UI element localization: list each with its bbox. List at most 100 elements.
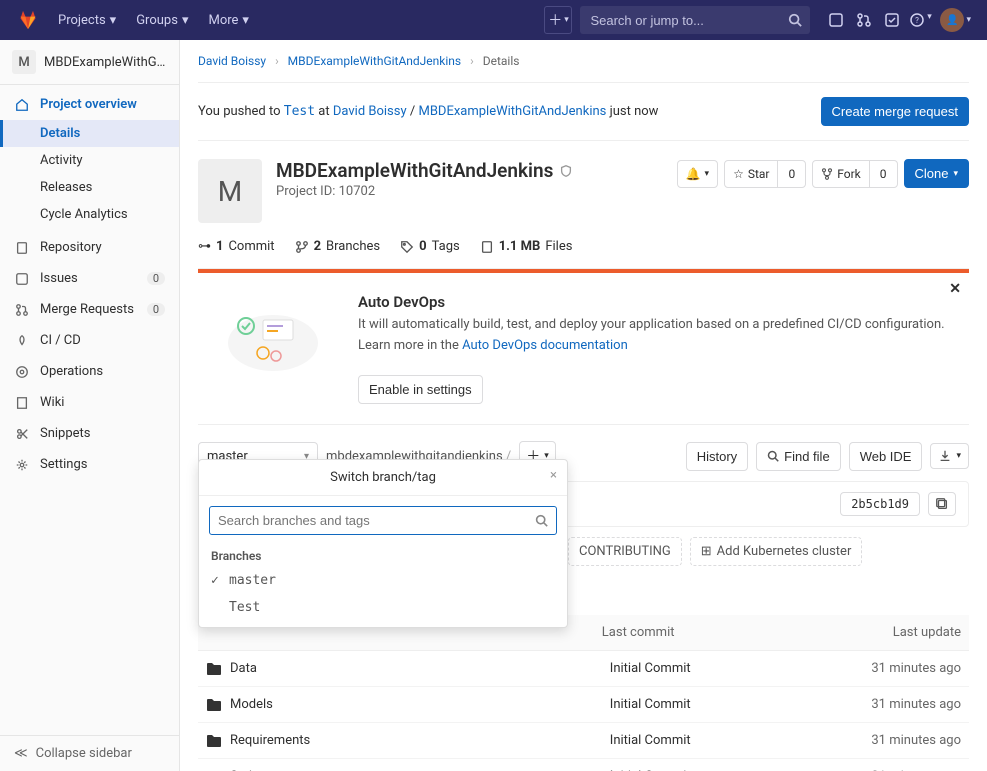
sidebar-sub-activity[interactable]: Activity — [0, 147, 179, 174]
sidebar-item-repository[interactable]: Repository — [0, 232, 179, 263]
issues-icon[interactable] — [822, 12, 850, 28]
history-button[interactable]: History — [686, 442, 748, 471]
find-file-button[interactable]: Find file — [756, 442, 841, 471]
table-row[interactable]: ModelsInitial Commit31 minutes ago — [198, 687, 969, 723]
chevron-left-icon: ≪ — [14, 746, 28, 761]
th-last-commit: Last commit — [602, 615, 778, 651]
create-merge-request-button[interactable]: Create merge request — [821, 97, 969, 126]
web-ide-button[interactable]: Web IDE — [849, 442, 923, 471]
file-commit: Initial Commit — [602, 687, 778, 723]
issues-icon — [14, 272, 30, 286]
stat-tags[interactable]: 0 Tags — [400, 239, 460, 254]
collapse-sidebar[interactable]: ≪ Collapse sidebar — [0, 735, 179, 771]
push-branch-link[interactable]: Test — [284, 104, 315, 119]
enable-settings-button[interactable]: Enable in settings — [358, 375, 483, 404]
chevron-down-icon: ▾ — [705, 169, 710, 179]
branch-search-input[interactable] — [218, 513, 535, 528]
nav-projects[interactable]: Projects▾ — [48, 13, 126, 28]
user-avatar[interactable]: 👤 — [940, 8, 964, 32]
stat-commits[interactable]: ⊶1 Commit — [198, 239, 275, 254]
project-avatar-small: M — [12, 50, 36, 74]
push-project-link[interactable]: MBDExampleWithGitAndJenkins — [418, 104, 606, 119]
chevron-down-icon: ▾ — [242, 13, 249, 28]
autodevops-banner: Auto DevOps It will automatically build,… — [198, 273, 969, 425]
nav-groups[interactable]: Groups▾ — [126, 13, 198, 28]
banner-doc-link[interactable]: Auto DevOps documentation — [462, 338, 628, 353]
chevron-down-icon: ▾ — [182, 13, 189, 28]
sidebar-item-snippets[interactable]: Snippets — [0, 418, 179, 449]
table-row[interactable]: RequirementsInitial Commit31 minutes ago — [198, 723, 969, 759]
global-search[interactable] — [580, 6, 810, 34]
file-commit: Initial Commit — [602, 651, 778, 687]
add-kubernetes-button[interactable]: ⊞Add Kubernetes cluster — [690, 537, 863, 566]
sidebar-project-header[interactable]: M MBDExampleWithGit... — [0, 40, 179, 85]
sidebar-sub-details[interactable]: Details — [0, 120, 179, 147]
breadcrumb-project[interactable]: MBDExampleWithGitAndJenkins — [288, 54, 461, 68]
chevron-down-icon: ▾ — [966, 15, 971, 25]
stat-branches[interactable]: 2 Branches — [295, 239, 381, 254]
download-dropdown[interactable]: ▾ — [930, 443, 969, 469]
sidebar-item-issues[interactable]: Issues 0 — [0, 263, 179, 294]
stat-files[interactable]: 1.1 MB Files — [480, 239, 573, 254]
branch-panel-label: Branches — [199, 545, 567, 567]
fork-icon — [821, 168, 833, 180]
sidebar: M MBDExampleWithGit... Project overview … — [0, 40, 180, 771]
branch-panel-title: Switch branch/tag × — [199, 460, 567, 496]
banner-body-text: It will automatically build, test, and d… — [358, 317, 945, 332]
table-row[interactable]: ScriptsInitial Commit31 minutes ago — [198, 759, 969, 771]
copy-sha-button[interactable] — [928, 492, 956, 516]
gitlab-logo[interactable] — [16, 8, 40, 32]
new-dropdown[interactable]: ＋▾ — [544, 6, 572, 34]
breadcrumb-page: Details — [483, 54, 520, 68]
shield-icon — [559, 164, 573, 178]
push-user-link[interactable]: David Boissy — [333, 104, 407, 119]
sidebar-project-name: MBDExampleWithGit... — [44, 55, 167, 70]
fork-button[interactable]: Fork 0 — [812, 160, 897, 188]
sidebar-item-cicd[interactable]: CI / CD — [0, 325, 179, 356]
sidebar-sub-releases[interactable]: Releases — [0, 174, 179, 201]
book-icon — [14, 396, 30, 410]
sidebar-item-merge[interactable]: Merge Requests 0 — [0, 294, 179, 325]
merge-count-badge: 0 — [147, 303, 165, 316]
sidebar-item-operations[interactable]: Operations — [0, 356, 179, 387]
chevron-down-icon: ▾ — [110, 13, 117, 28]
help-icon[interactable]: ?▾ — [906, 12, 934, 28]
notification-dropdown[interactable]: 🔔▾ — [677, 160, 718, 188]
branch-panel-close[interactable]: × — [550, 468, 557, 483]
banner-illustration — [208, 293, 338, 383]
file-table: Name Last commit Last update DataInitial… — [198, 615, 969, 771]
folder-icon — [206, 698, 222, 712]
folder-icon — [206, 662, 222, 676]
banner-close-button[interactable]: ✕ — [949, 281, 961, 297]
branch-search-wrapper — [209, 506, 557, 535]
commit-icon: ⊶ — [198, 239, 211, 254]
search-input[interactable] — [590, 13, 800, 28]
file-update: 31 minutes ago — [777, 759, 969, 771]
sidebar-item-wiki[interactable]: Wiki — [0, 387, 179, 418]
operations-icon — [14, 365, 30, 379]
project-stats: ⊶1 Commit 2 Branches 0 Tags 1.1 MB Files — [198, 229, 969, 269]
clone-button[interactable]: Clone▾ — [904, 159, 970, 188]
merge-requests-icon[interactable] — [850, 12, 878, 28]
star-button[interactable]: ☆Star 0 — [724, 160, 806, 188]
commit-sha[interactable]: 2b5cb1d9 — [840, 492, 920, 516]
branch-option[interactable]: Test — [199, 594, 567, 621]
todos-icon[interactable] — [878, 12, 906, 28]
chevron-down-icon: ▾ — [953, 168, 958, 179]
merge-icon — [14, 303, 30, 317]
branch-dropdown-panel: Switch branch/tag × Branches masterTest — [198, 459, 568, 628]
sidebar-item-overview[interactable]: Project overview — [0, 89, 179, 120]
sidebar-sub-cycle[interactable]: Cycle Analytics — [0, 201, 179, 228]
sidebar-item-settings[interactable]: Settings — [0, 449, 179, 480]
project-avatar-large: M — [198, 159, 262, 223]
nav-more[interactable]: More▾ — [198, 13, 258, 28]
plus-icon: ＋ — [548, 10, 562, 30]
add-contributing-button[interactable]: CONTRIBUTING — [568, 537, 682, 566]
table-row[interactable]: DataInitial Commit31 minutes ago — [198, 651, 969, 687]
home-icon — [14, 98, 30, 112]
fork-count: 0 — [870, 167, 897, 181]
breadcrumb-user[interactable]: David Boissy — [198, 54, 266, 68]
file-update: 31 minutes ago — [777, 723, 969, 759]
branch-option[interactable]: master — [199, 567, 567, 594]
main-content: David Boissy › MBDExampleWithGitAndJenki… — [180, 40, 987, 771]
